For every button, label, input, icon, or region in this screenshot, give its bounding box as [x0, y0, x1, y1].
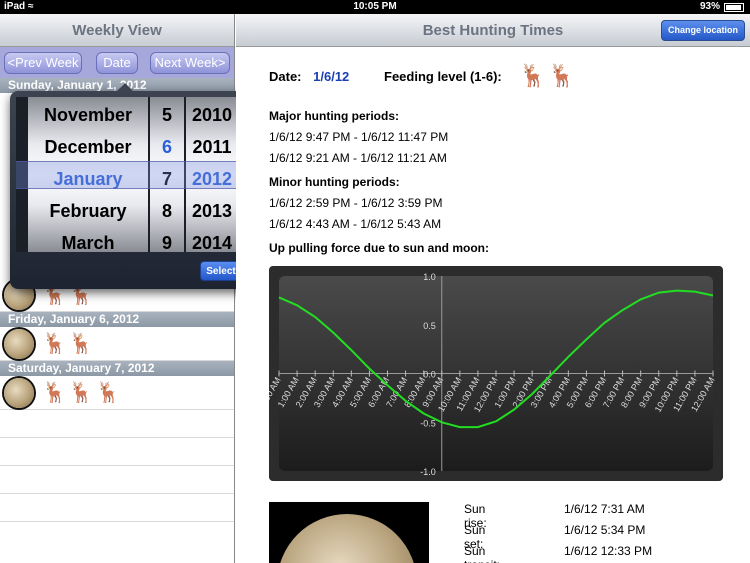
- list-item-empty: [0, 466, 234, 494]
- moon-phase-icon: [4, 378, 34, 408]
- minor-periods-title: Minor hunting periods:: [269, 175, 400, 189]
- date-line: Date: 1/6/12 Feeding level (1-6): 🦌🦌: [269, 63, 739, 99]
- major-period: 1/6/12 9:21 AM - 1/6/12 11:21 AM: [269, 151, 447, 165]
- week-toolbar: <Prev Week Date Next Week>: [0, 47, 234, 78]
- major-period: 1/6/12 9:47 PM - 1/6/12 11:47 PM: [269, 130, 449, 144]
- clock: 10:05 PM: [353, 1, 397, 12]
- month-option[interactable]: November: [28, 105, 148, 126]
- prev-week-button[interactable]: <Prev Week: [4, 52, 82, 74]
- popover-arrow: [116, 83, 134, 92]
- hunting-times-pane: Best Hunting Times Change location Date:…: [236, 14, 750, 563]
- sun-transit-value: 1/6/12 12:33 PM: [564, 544, 653, 558]
- day-option-selected[interactable]: 6: [150, 137, 184, 158]
- date-picker-popover: November December January February March…: [10, 83, 252, 289]
- selection-indicator: [16, 161, 246, 189]
- status-bar: iPad ≈ 10:05 PM 93%: [0, 0, 750, 14]
- moon-phase-icon: [4, 329, 34, 359]
- details: Date: 1/6/12 Feeding level (1-6): 🦌🦌 Maj…: [269, 63, 739, 255]
- page-title: Best Hunting Times: [422, 22, 564, 39]
- y-tick-label: -0.5: [420, 418, 436, 428]
- day-option[interactable]: 8: [150, 201, 184, 222]
- y-tick-label: 1.0: [423, 272, 436, 282]
- deer-icons: 🦌🦌: [42, 333, 96, 355]
- sun-rise-value: 1/6/12 7:31 AM: [564, 502, 645, 516]
- force-chart-title: Up pulling force due to sun and moon:: [269, 241, 489, 255]
- list-item[interactable]: 🦌🦌🦌: [0, 376, 234, 410]
- day-option[interactable]: 5: [150, 105, 184, 126]
- deer-icons: 🦌🦌: [519, 63, 578, 88]
- y-tick-label: 0.0: [423, 370, 436, 380]
- change-location-button[interactable]: Change location: [661, 20, 745, 41]
- month-option[interactable]: March: [28, 233, 148, 252]
- sun-set-value: 1/6/12 5:34 PM: [564, 523, 646, 537]
- major-periods-title: Major hunting periods:: [269, 109, 399, 123]
- list-item[interactable]: 🦌🦌: [0, 327, 234, 361]
- day-header: Saturday, January 7, 2012: [0, 361, 234, 376]
- date-button[interactable]: Date: [96, 52, 138, 74]
- deer-icons: 🦌🦌🦌: [42, 382, 123, 404]
- month-option[interactable]: February: [28, 201, 148, 222]
- list-item-empty: [0, 494, 234, 522]
- sun-transit-label: Sun transit:: [464, 544, 500, 563]
- force-chart-svg: 1.00.50.0-0.5-1.012:00 AM1:00 AM2:00 AM3…: [255, 272, 717, 477]
- feeding-level-label: Feeding level (1-6):: [384, 69, 502, 84]
- y-tick-label: 0.5: [423, 321, 436, 331]
- year-option[interactable]: 2011: [186, 137, 238, 158]
- minor-period: 1/6/12 2:59 PM - 1/6/12 3:59 PM: [269, 196, 443, 210]
- year-option[interactable]: 2013: [186, 201, 238, 222]
- month-option[interactable]: December: [28, 137, 148, 158]
- date-label: Date:: [269, 69, 302, 84]
- weekly-view-title: Weekly View: [0, 14, 234, 47]
- list-item-empty: [0, 438, 234, 466]
- day-header: Friday, January 6, 2012: [0, 312, 234, 327]
- day-option[interactable]: 9: [150, 233, 184, 252]
- hunting-times-header: Best Hunting Times Change location: [236, 14, 750, 47]
- force-chart: 1.0 0.5 0.0 -0.5 -1.0 12:00 AM 1:00 AM 2:00 AM 3…: [255, 266, 723, 481]
- battery-percent: 93%: [699, 1, 720, 12]
- battery-icon: [724, 3, 744, 12]
- moon-image: [269, 502, 429, 563]
- date-value: 1/6/12: [313, 69, 350, 84]
- year-option[interactable]: 2010: [186, 105, 238, 126]
- y-tick-label: -1.0: [420, 467, 436, 477]
- year-option[interactable]: 2014: [186, 233, 238, 252]
- minor-period: 1/6/12 4:43 AM - 1/6/12 5:43 AM: [269, 217, 442, 231]
- next-week-button[interactable]: Next Week>: [150, 52, 230, 74]
- list-item-empty: [0, 410, 234, 438]
- date-picker[interactable]: November December January February March…: [16, 97, 246, 252]
